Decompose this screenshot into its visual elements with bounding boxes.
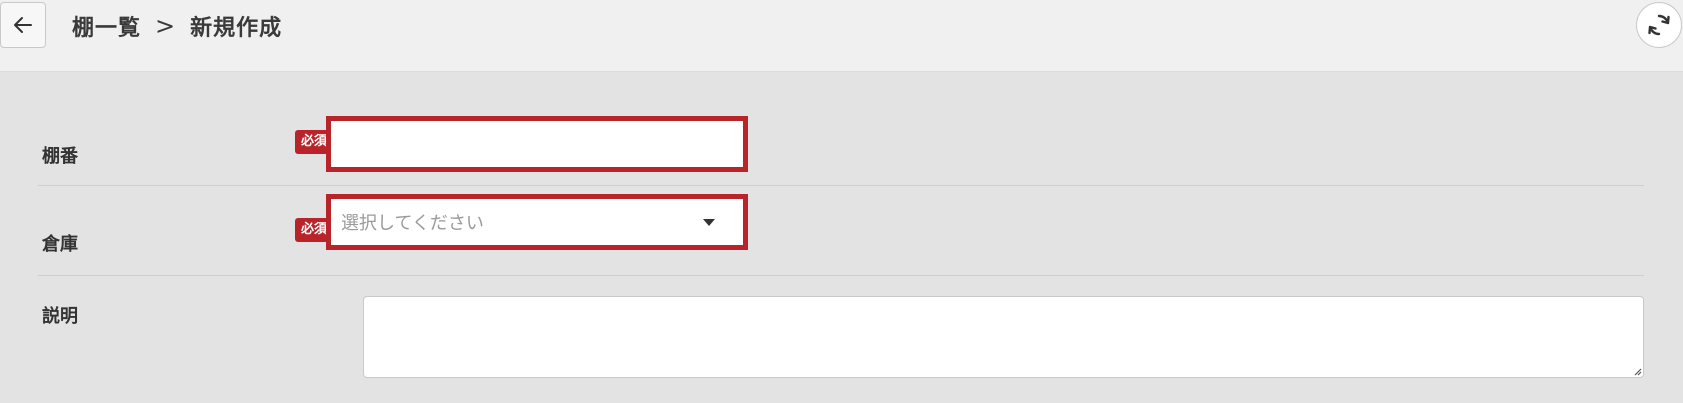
description-row: 説明 <box>38 276 1644 403</box>
warehouse-select-placeholder: 選択してください <box>341 213 484 234</box>
shelf-number-row: 棚番 必須 <box>38 108 1644 186</box>
description-label: 説明 <box>42 306 78 327</box>
breadcrumb-current: 新規作成 <box>190 16 283 41</box>
breadcrumb-parent[interactable]: 棚一覧 <box>72 10 141 42</box>
page-header: 棚一覧 > 新規作成 <box>0 0 1683 72</box>
warehouse-select[interactable]: 選択してください <box>326 194 748 250</box>
new-shelf-form: 棚番 必須 倉庫 必須 説明 選択してください <box>0 72 1683 403</box>
breadcrumb: 棚一覧 > 新規作成 <box>72 10 282 42</box>
description-textarea[interactable] <box>363 296 1644 378</box>
refresh-button[interactable] <box>1636 2 1682 48</box>
breadcrumb-separator: > <box>155 12 177 40</box>
resize-handle-icon[interactable] <box>1632 366 1642 376</box>
refresh-icon <box>1648 14 1670 36</box>
arrow-left-icon <box>14 17 32 33</box>
back-button[interactable] <box>0 2 46 48</box>
shelf-number-label: 棚番 <box>42 146 78 167</box>
warehouse-row: 倉庫 必須 <box>38 186 1644 276</box>
warehouse-label: 倉庫 <box>42 234 78 255</box>
shelf-number-input[interactable] <box>326 116 748 172</box>
caret-down-icon <box>703 218 715 226</box>
